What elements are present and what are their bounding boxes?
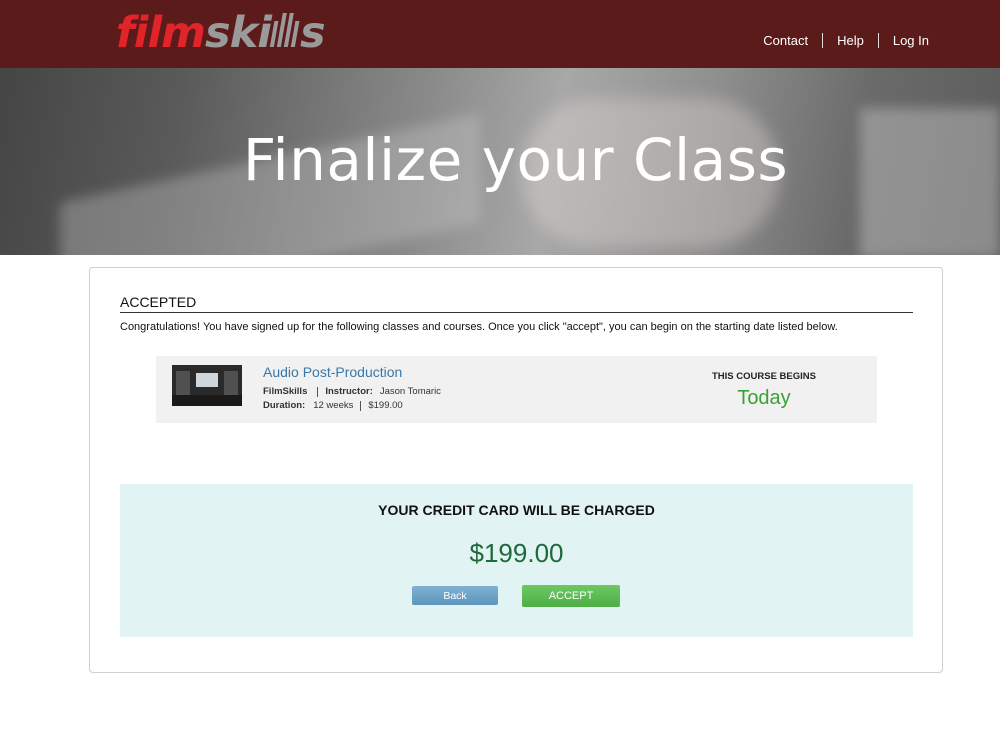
- course-provider-row: FilmSkills Instructor: Jason Tomaric: [263, 386, 441, 397]
- nav-login-link[interactable]: Log In: [893, 33, 929, 48]
- course-duration-row: Duration: 12 weeks $199.00: [263, 400, 403, 411]
- checkout-card: ACCEPTED Congratulations! You have signe…: [89, 267, 943, 673]
- course-title-link[interactable]: Audio Post-Production: [263, 364, 402, 380]
- accept-button[interactable]: ACCEPT: [522, 585, 620, 607]
- congratulations-message: Congratulations! You have signed up for …: [120, 321, 838, 333]
- accepted-heading: ACCEPTED: [120, 294, 197, 310]
- logo-bars-icon: [269, 11, 301, 47]
- site-header: film ski s Contact Help Log In: [0, 0, 1000, 68]
- nav-help-link[interactable]: Help: [837, 33, 864, 48]
- course-price: $199.00: [368, 400, 403, 411]
- logo-film-text: film: [116, 8, 206, 58]
- duration-value: 12 weeks: [313, 400, 354, 411]
- duration-label: Duration:: [263, 400, 306, 411]
- top-nav: Contact Help Log In: [763, 33, 929, 48]
- course-provider: FilmSkills: [263, 386, 308, 397]
- instructor-label: Instructor:: [325, 386, 373, 397]
- course-begins-value: Today: [737, 387, 791, 409]
- page-title: Finalize your Class: [242, 126, 789, 194]
- nav-divider: [877, 33, 879, 48]
- hero-banner: Finalize your Class: [0, 68, 1000, 255]
- charge-title: YOUR CREDIT CARD WILL BE CHARGED: [378, 502, 655, 518]
- nav-divider: [822, 33, 824, 48]
- filmskills-logo[interactable]: film ski s: [116, 8, 326, 58]
- instructor-name: Jason Tomaric: [379, 386, 441, 397]
- heading-divider: [120, 312, 913, 313]
- course-summary: Audio Post-Production FilmSkills Instruc…: [156, 356, 877, 423]
- nav-contact-link[interactable]: Contact: [763, 33, 808, 48]
- back-button[interactable]: Back: [412, 586, 498, 605]
- meta-divider: [317, 386, 319, 397]
- charge-panel: YOUR CREDIT CARD WILL BE CHARGED $199.00…: [120, 484, 913, 637]
- charge-amount: $199.00: [469, 538, 564, 568]
- course-begins-label: THIS COURSE BEGINS: [712, 371, 816, 382]
- course-thumbnail[interactable]: [172, 365, 242, 406]
- meta-divider: [360, 400, 362, 411]
- logo-skills-text: ski s: [205, 8, 326, 58]
